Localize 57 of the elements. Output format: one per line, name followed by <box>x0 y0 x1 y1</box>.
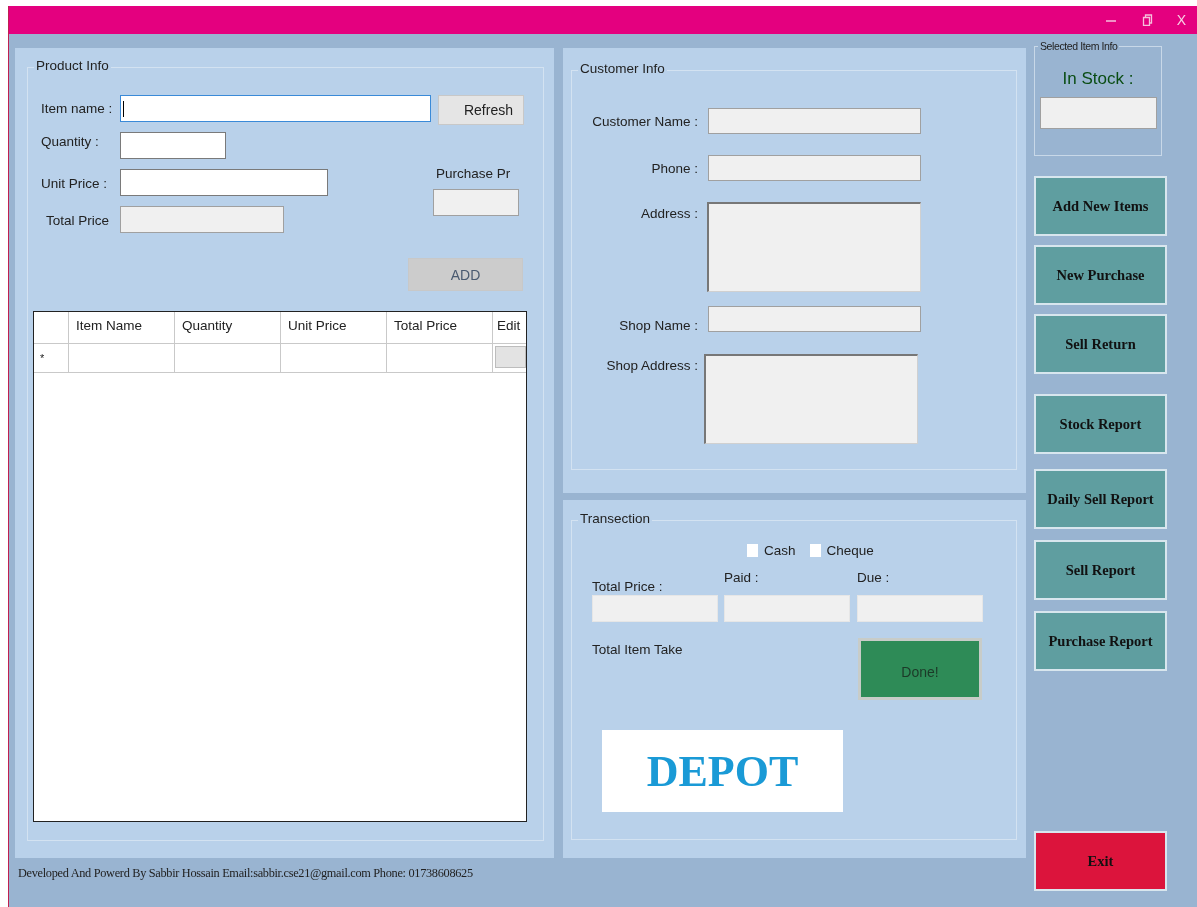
checkbox[interactable] <box>809 544 821 557</box>
text-area[interactable] <box>707 202 921 292</box>
field-label: Due : <box>857 570 891 585</box>
exit-button[interactable]: Exit <box>1034 831 1167 891</box>
field-label: Customer Name : <box>591 114 698 129</box>
input-field[interactable] <box>708 108 921 134</box>
amount-field[interactable] <box>724 595 850 622</box>
total-item-label: Total Item Take <box>592 642 684 657</box>
group-title: Selected Item Info <box>1038 40 1120 52</box>
field-label: Total Price <box>45 213 111 228</box>
depot-logo: DEPOT <box>602 730 843 812</box>
field-label: Quantity : <box>40 134 100 149</box>
field-label: Shop Name : <box>618 318 698 333</box>
menu-button[interactable]: Sell Report <box>1034 540 1167 600</box>
field-label: Paid : <box>724 570 760 585</box>
input-field[interactable] <box>708 155 921 181</box>
field-label: Shop Address : <box>605 358 698 373</box>
item-name-field[interactable] <box>120 95 431 122</box>
checkbox[interactable] <box>747 544 758 557</box>
text-area[interactable] <box>704 354 918 444</box>
close-button[interactable]: X <box>1176 12 1186 28</box>
quantity-field[interactable] <box>120 132 226 159</box>
input-field[interactable] <box>708 306 921 332</box>
new-row-marker: * <box>39 351 46 366</box>
amount-field[interactable] <box>857 595 983 622</box>
column-header[interactable]: Quantity <box>174 312 280 343</box>
column-header[interactable]: Unit Price <box>280 312 386 343</box>
amount-field[interactable] <box>592 595 718 622</box>
field-label: Item name : <box>40 101 114 116</box>
menu-button[interactable]: Purchase Report <box>1034 611 1167 671</box>
purchase-price-field[interactable] <box>433 189 519 216</box>
group-title: Customer Info <box>578 61 667 76</box>
field-label: Unit Price : <box>40 176 109 191</box>
menu-button[interactable]: New Purchase <box>1034 245 1167 305</box>
edit-cell-button[interactable] <box>495 346 526 368</box>
restore-icon[interactable] <box>1140 14 1153 26</box>
column-header[interactable]: Item Name <box>68 312 174 343</box>
field-label: Address : <box>639 206 698 221</box>
in-stock-label: In Stock : <box>1062 69 1134 89</box>
in-stock-field[interactable] <box>1039 97 1157 129</box>
menu-button[interactable]: Sell Return <box>1034 314 1167 374</box>
unit-price-field[interactable] <box>120 169 328 196</box>
field-label: Total Price : <box>592 579 664 594</box>
group-title: Product Info <box>34 58 111 73</box>
group-title: Transection <box>578 511 653 526</box>
checkbox-label: Cash <box>764 543 796 558</box>
column-header[interactable]: Edit <box>492 312 526 343</box>
checkbox-label: Cheque <box>826 543 874 558</box>
menu-button[interactable]: Stock Report <box>1034 394 1167 454</box>
menu-button[interactable]: Add New Items <box>1034 176 1167 236</box>
total-price-field[interactable] <box>120 206 284 233</box>
refresh-button[interactable]: Refresh <box>438 95 524 125</box>
column-header[interactable]: Total Price <box>386 312 492 343</box>
field-label: Purchase Pr <box>436 166 511 181</box>
footer-credit: Developed And Powerd By Sabbir Hossain Email:sabbir.cse21@gmail.com Phone: 01738608625 <box>18 866 474 881</box>
field-label: Phone : <box>650 161 698 176</box>
menu-button[interactable]: Daily Sell Report <box>1034 469 1167 529</box>
